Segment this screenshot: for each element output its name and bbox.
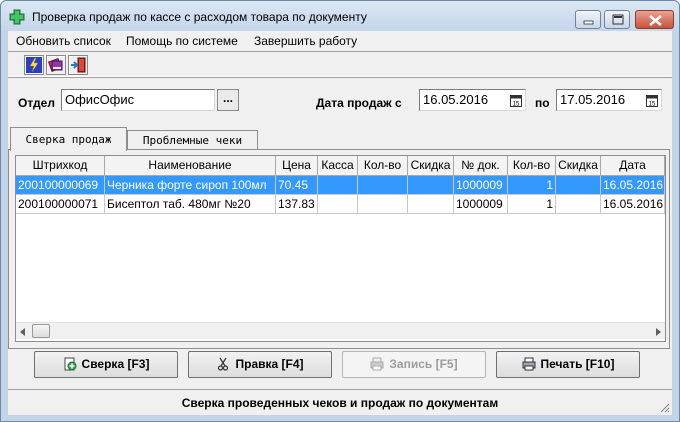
date-to-value: 17.05.2016 xyxy=(560,92,626,107)
calendar-icon-day: 15 xyxy=(649,102,656,108)
lightning-refresh-icon xyxy=(26,57,42,73)
scrollbar-thumb[interactable] xyxy=(32,324,50,338)
toolbar xyxy=(8,51,672,77)
cell-cashier xyxy=(318,195,358,214)
date-from-label: Дата продаж с xyxy=(316,96,402,110)
scroll-right-icon[interactable] xyxy=(656,328,661,336)
status-bar: Сверка проведенных чеков и продаж по док… xyxy=(8,389,672,415)
check-button[interactable]: Сверка [F3] xyxy=(34,351,178,378)
menu-help[interactable]: Помощь по системе xyxy=(126,34,238,48)
grid-header: Штрихкод Наименование Цена Касса Кол-во … xyxy=(16,156,665,176)
cell-price: 70.45 xyxy=(276,176,318,195)
cell-barcode: 200100000069 xyxy=(16,176,105,195)
cell-doc-qty: 1 xyxy=(508,195,556,214)
column-header-discount[interactable]: Скидка xyxy=(408,156,454,176)
cell-name: Черника форте сироп 100мл xyxy=(105,176,276,195)
print-button[interactable]: Печать [F10] xyxy=(496,351,640,378)
menu-refresh-list[interactable]: Обновить список xyxy=(16,34,111,48)
calendar-icon[interactable]: 15 xyxy=(646,95,658,107)
cell-date: 16.05.2016 xyxy=(601,195,665,214)
column-header-qty[interactable]: Кол-во xyxy=(358,156,408,176)
column-header-name[interactable]: Наименование xyxy=(105,156,276,176)
cell-price: 137.83 xyxy=(276,195,318,214)
scissors-icon xyxy=(218,357,229,371)
save-button[interactable]: Запись [F5] xyxy=(342,351,486,378)
column-header-price[interactable]: Цена xyxy=(276,156,318,176)
tab-problem-receipts[interactable]: Проблемные чеки xyxy=(127,130,258,149)
cell-doc-discount xyxy=(556,195,601,214)
add-document-icon xyxy=(64,357,77,371)
dept-label: Отдел xyxy=(18,96,55,110)
edit-button[interactable]: Правка [F4] xyxy=(188,351,332,378)
edit-button-label: Правка [F4] xyxy=(235,357,304,371)
sales-grid: Штрихкод Наименование Цена Касса Кол-во … xyxy=(15,155,666,342)
printer-icon xyxy=(370,357,384,371)
menu-bar: Обновить список Помощь по системе Заверш… xyxy=(8,31,672,51)
column-header-doc-discount[interactable]: Скидка xyxy=(556,156,601,176)
check-button-label: Сверка [F3] xyxy=(81,357,150,371)
horizontal-scrollbar[interactable] xyxy=(16,322,665,339)
column-header-cashier[interactable]: Касса xyxy=(318,156,358,176)
column-header-date[interactable]: Дата xyxy=(601,156,665,176)
print-button-label: Печать [F10] xyxy=(540,357,615,371)
scroll-left-icon[interactable] xyxy=(20,328,25,336)
cell-cashier xyxy=(318,176,358,195)
calendar-icon[interactable]: 15 xyxy=(510,95,522,107)
minimize-button[interactable] xyxy=(575,10,601,29)
cell-discount xyxy=(408,195,454,214)
title-bar[interactable]: Проверка продаж по кассе с расходом това… xyxy=(1,1,679,31)
exit-door-icon xyxy=(71,57,86,73)
cell-doc-number: 1000009 xyxy=(454,195,508,214)
cell-discount xyxy=(408,176,454,195)
column-header-doc-number[interactable]: № док. xyxy=(454,156,508,176)
toolbar-help-button[interactable] xyxy=(46,55,66,75)
date-to-label: по xyxy=(535,96,550,110)
date-from-field[interactable]: 16.05.2016 15 xyxy=(419,89,526,111)
dept-browse-button[interactable]: ... xyxy=(217,89,239,111)
cell-doc-discount xyxy=(556,176,601,195)
cell-qty xyxy=(358,176,408,195)
close-button[interactable] xyxy=(635,10,674,29)
calendar-icon-day: 15 xyxy=(513,102,520,108)
cell-doc-number: 1000009 xyxy=(454,176,508,195)
green-cross-icon xyxy=(9,9,25,25)
date-from-value: 16.05.2016 xyxy=(423,92,489,107)
cell-date: 16.05.2016 xyxy=(601,176,665,195)
books-help-icon xyxy=(48,57,63,73)
table-row[interactable]: 200100000069 Черника форте сироп 100мл 7… xyxy=(16,176,665,195)
toolbar-exit-button[interactable] xyxy=(68,55,88,75)
cell-barcode: 200100000071 xyxy=(16,195,105,214)
column-header-doc-qty[interactable]: Кол-во xyxy=(508,156,556,176)
printer-icon xyxy=(522,357,536,371)
dept-field[interactable]: ОфисОфис xyxy=(61,89,215,111)
client-area: Обновить список Помощь по системе Заверш… xyxy=(8,31,672,415)
menu-exit[interactable]: Завершить работу xyxy=(254,34,357,48)
cell-doc-qty: 1 xyxy=(508,176,556,195)
maximize-button[interactable] xyxy=(604,10,630,29)
column-header-barcode[interactable]: Штрихкод xyxy=(16,156,105,176)
cell-name: Бисептол таб. 480мг №20 xyxy=(105,195,276,214)
main-window: Проверка продаж по кассе с расходом това… xyxy=(0,0,680,422)
tab-strip: Сверка продаж Проблемные чеки xyxy=(8,127,672,151)
toolbar-refresh-button[interactable] xyxy=(24,55,44,75)
tab-panel: Штрихкод Наименование Цена Касса Кол-во … xyxy=(8,149,670,349)
table-row[interactable]: 200100000071 Бисептол таб. 480мг №20 137… xyxy=(16,195,665,214)
cell-qty xyxy=(358,195,408,214)
tab-sales-check[interactable]: Сверка продаж xyxy=(10,127,127,151)
save-button-label: Запись [F5] xyxy=(389,357,458,371)
window-title: Проверка продаж по кассе с расходом това… xyxy=(32,10,367,24)
resize-grip-icon[interactable] xyxy=(659,402,670,413)
status-text: Сверка проведенных чеков и продаж по док… xyxy=(181,396,499,410)
date-to-field[interactable]: 17.05.2016 15 xyxy=(556,89,662,111)
